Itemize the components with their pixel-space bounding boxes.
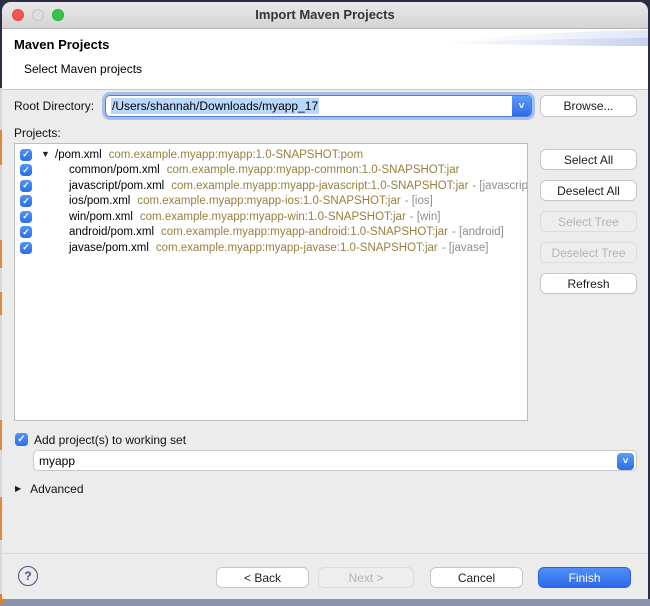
titlebar[interactable]: Import Maven Projects <box>2 2 648 29</box>
project-profile-suffix: - [javascript] <box>472 179 528 192</box>
row-checkbox[interactable]: ✓ <box>20 148 32 161</box>
finish-button[interactable]: Finish <box>538 567 631 588</box>
traffic-lights <box>12 9 64 21</box>
tree-row-javase[interactable]: ✓ javase/pom.xml com.example.myapp:myapp… <box>15 240 527 256</box>
check-icon: ✓ <box>22 164 30 175</box>
project-coordinates: com.example.myapp:myapp:1.0-SNAPSHOT:pom <box>108 148 364 161</box>
tree-row-common[interactable]: ✓ common/pom.xml com.example.myapp:myapp… <box>15 163 527 179</box>
tree-row-javascript[interactable]: ✓ javascript/pom.xml com.example.myapp:m… <box>15 178 527 194</box>
project-profile-suffix: - [win] <box>409 210 441 223</box>
tree-row-win[interactable]: ✓ win/pom.xml com.example.myapp:myapp-wi… <box>15 209 527 225</box>
project-coordinates: com.example.myapp:myapp-android:1.0-SNAP… <box>161 226 448 239</box>
working-set-combo[interactable]: myapp ˅ <box>33 450 637 471</box>
root-directory-label: Root Directory: <box>14 99 95 113</box>
refresh-button[interactable]: Refresh <box>540 273 637 294</box>
chevron-down-icon[interactable]: ˅ <box>512 96 531 116</box>
close-window-icon[interactable] <box>12 9 24 21</box>
projects-tree[interactable]: ✓ ▼ /pom.xml com.example.myapp:myapp:1.0… <box>14 143 528 421</box>
header-swoosh-decoration <box>438 30 648 46</box>
tree-row-root-pom[interactable]: ✓ ▼ /pom.xml com.example.myapp:myapp:1.0… <box>15 147 527 163</box>
row-checkbox[interactable]: ✓ <box>20 210 32 223</box>
background-window-edge <box>0 599 650 606</box>
project-name: common/pom.xml <box>69 164 160 177</box>
root-directory-combo[interactable]: /Users/shannah/Downloads/myapp_17 ˅ <box>105 95 532 117</box>
wizard-header: Maven Projects Select Maven projects <box>2 29 648 90</box>
project-profile-suffix: - [javase] <box>441 241 489 254</box>
back-button[interactable]: < Back <box>216 567 309 588</box>
row-checkbox[interactable]: ✓ <box>20 164 32 177</box>
project-name: win/pom.xml <box>69 210 133 223</box>
project-name: javascript/pom.xml <box>69 179 165 192</box>
row-checkbox[interactable]: ✓ <box>20 195 32 208</box>
question-mark-icon: ? <box>24 569 32 583</box>
working-set-label: Add project(s) to working set <box>34 433 187 447</box>
project-profile-suffix: - [android] <box>452 226 504 239</box>
check-icon: ✓ <box>22 226 30 237</box>
advanced-section-toggle[interactable]: ▶ Advanced <box>15 482 84 496</box>
project-coordinates: com.example.myapp:myapp-ios:1.0-SNAPSHOT… <box>137 195 401 208</box>
select-tree-button[interactable]: Select Tree <box>540 211 637 232</box>
project-name: /pom.xml <box>55 148 102 161</box>
projects-label: Projects: <box>14 126 61 140</box>
project-coordinates: com.example.myapp:myapp-win:1.0-SNAPSHOT… <box>139 210 406 223</box>
chevron-glyph: ˅ <box>622 456 629 467</box>
project-coordinates: com.example.myapp:myapp-javascript:1.0-S… <box>171 179 469 192</box>
deselect-all-button[interactable]: Deselect All <box>540 180 637 201</box>
chevron-down-icon[interactable]: ˅ <box>617 453 634 470</box>
window-title: Import Maven Projects <box>255 7 395 22</box>
project-name: android/pom.xml <box>69 226 155 239</box>
advanced-label: Advanced <box>30 482 84 496</box>
row-checkbox[interactable]: ✓ <box>20 241 32 254</box>
deselect-tree-button[interactable]: Deselect Tree <box>540 242 637 263</box>
cancel-button[interactable]: Cancel <box>430 567 523 588</box>
zoom-window-icon[interactable] <box>52 9 64 21</box>
tree-row-android[interactable]: ✓ android/pom.xml com.example.myapp:myap… <box>15 225 527 241</box>
project-name: ios/pom.xml <box>69 195 131 208</box>
root-directory-value: /Users/shannah/Downloads/myapp_17 <box>111 98 320 114</box>
check-icon: ✓ <box>22 180 30 191</box>
minimize-window-icon[interactable] <box>32 9 44 21</box>
project-profile-suffix: - [ios] <box>404 195 433 208</box>
page-title: Maven Projects <box>14 37 110 52</box>
import-maven-projects-dialog: Import Maven Projects Maven Projects Sel… <box>2 2 648 599</box>
help-button[interactable]: ? <box>18 566 38 586</box>
row-checkbox[interactable]: ✓ <box>20 226 32 239</box>
page-subtitle: Select Maven projects <box>24 62 143 76</box>
next-button[interactable]: Next > <box>318 567 414 588</box>
check-icon: ✓ <box>22 211 30 222</box>
disclosure-open-icon[interactable]: ▼ <box>41 150 55 159</box>
check-icon: ✓ <box>17 433 26 445</box>
check-icon: ✓ <box>22 242 30 253</box>
project-name: javase/pom.xml <box>69 241 149 254</box>
disclosure-closed-icon: ▶ <box>15 484 22 493</box>
project-coordinates: com.example.myapp:myapp-common:1.0-SNAPS… <box>166 164 460 177</box>
row-checkbox[interactable]: ✓ <box>20 179 32 192</box>
chevron-glyph: ˅ <box>518 100 525 112</box>
check-icon: ✓ <box>22 195 30 206</box>
project-coordinates: com.example.myapp:myapp-javase:1.0-SNAPS… <box>155 241 438 254</box>
browse-button[interactable]: Browse... <box>540 95 637 117</box>
working-set-value: myapp <box>39 453 76 468</box>
working-set-checkbox[interactable]: ✓ <box>15 433 28 446</box>
select-all-button[interactable]: Select All <box>540 149 637 170</box>
footer-divider <box>2 553 648 554</box>
screen: Import Maven Projects Maven Projects Sel… <box>0 0 650 606</box>
check-icon: ✓ <box>22 149 30 160</box>
tree-row-ios[interactable]: ✓ ios/pom.xml com.example.myapp:myapp-io… <box>15 194 527 210</box>
